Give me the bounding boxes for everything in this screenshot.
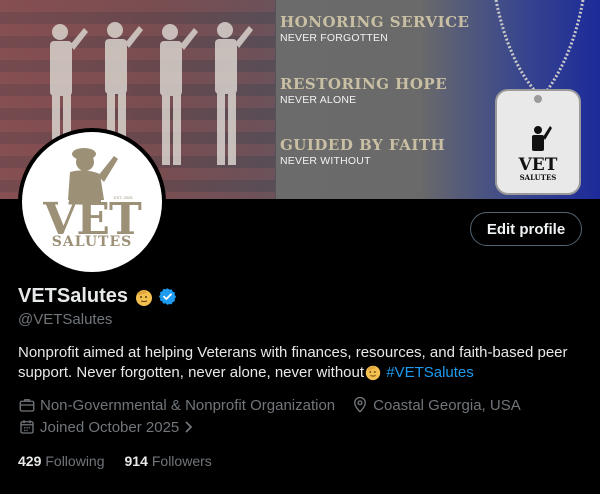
slogan-heading: RESTORING HOPE [280, 75, 448, 93]
display-name-row: VETSalutes [18, 285, 177, 308]
saluting-face-emoji-icon [136, 289, 153, 306]
slogan-3: GUIDED BY FAITH NEVER WITHOUT [280, 136, 445, 168]
following-count: 429 [18, 453, 42, 469]
dog-tag-image: VET SALUTES [494, 0, 585, 195]
slogan-sub: NEVER FORGOTTEN [280, 32, 389, 44]
slogan-sub: NEVER ALONE [280, 94, 357, 106]
avatar[interactable]: EST. 2025 VET SALUTES [18, 128, 166, 276]
category-label[interactable]: Non-Governmental & Nonprofit Organizatio… [40, 397, 335, 414]
tag-logo-salutes: SALUTES [520, 173, 557, 182]
slogan-2: RESTORING HOPE NEVER ALONE [280, 75, 447, 107]
slogan-sub: NEVER WITHOUT [280, 155, 371, 167]
slogan-1: HONORING SERVICE NEVER FORGOTTEN [280, 13, 469, 45]
followers-label: Followers [151, 453, 212, 469]
handle: @VETSalutes [18, 311, 113, 328]
profile-meta-row: Non-Governmental & Nonprofit Organizatio… [18, 396, 521, 414]
joined-label: Joined October 2025 [40, 418, 180, 436]
location-pin-icon [354, 396, 367, 413]
slogan-heading: GUIDED BY FAITH [280, 136, 446, 154]
edit-profile-button[interactable]: Edit profile [470, 212, 582, 246]
following-label: Following [45, 453, 105, 469]
slogan-heading: HONORING SERVICE [280, 13, 470, 31]
followers-link[interactable]: 914 Followers [125, 453, 212, 469]
bio: Nonprofit aimed at helping Veterans with… [18, 343, 578, 383]
following-link[interactable]: 429 Following [18, 453, 105, 469]
verified-badge-icon[interactable] [158, 287, 177, 306]
calendar-icon [20, 420, 34, 434]
location-label: Coastal Georgia, USA [373, 396, 521, 414]
bio-text: Nonprofit aimed at helping Veterans with… [18, 344, 568, 381]
chevron-right-icon[interactable] [183, 420, 195, 434]
display-name: VETSalutes [18, 285, 129, 307]
avatar-logo-salutes: SALUTES [51, 234, 133, 250]
follow-stats: 429 Following 914 Followers [18, 453, 212, 469]
saluting-face-emoji-icon [365, 365, 381, 381]
tag-logo-vet: VET [518, 155, 558, 175]
joined-row[interactable]: Joined October 2025 [18, 418, 199, 436]
hashtag-link[interactable]: #VETSalutes [386, 364, 474, 381]
briefcase-icon [19, 399, 35, 412]
followers-count: 914 [124, 453, 148, 469]
